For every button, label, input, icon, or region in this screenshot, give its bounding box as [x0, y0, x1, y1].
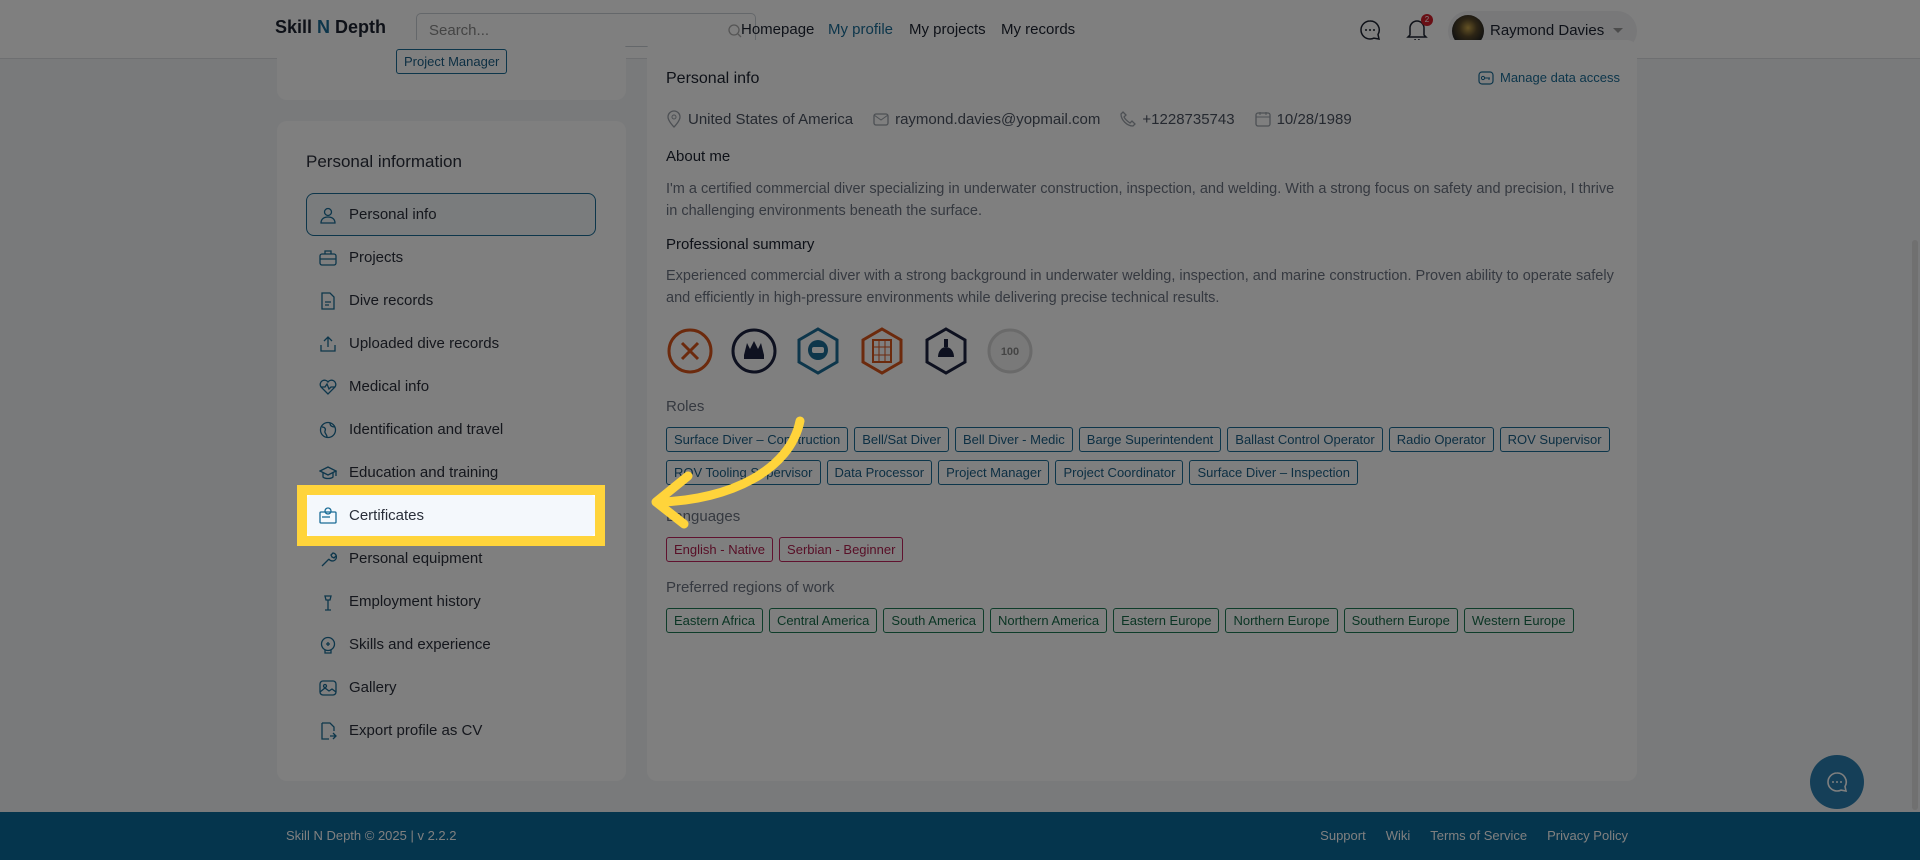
- pointer-arrow-icon: [651, 416, 805, 529]
